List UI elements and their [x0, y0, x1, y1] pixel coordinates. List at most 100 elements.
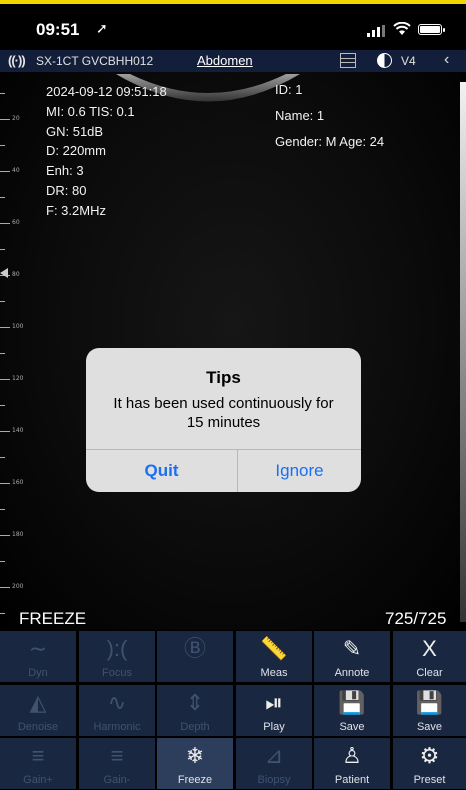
image-parameter-row: D: 220mm	[46, 143, 106, 159]
patient-icon: ♙	[342, 743, 362, 768]
ruler-tick	[0, 535, 10, 536]
depth-ruler: 20406080100120140160180200220	[0, 72, 40, 630]
save-image-label: Save	[339, 721, 365, 733]
ruler-tick	[0, 431, 10, 432]
preset-icon: ⚙	[419, 743, 440, 768]
focus-label: Focus	[102, 667, 132, 679]
save-image-button[interactable]: 💾 Save	[314, 685, 390, 736]
ruler-label: 140	[12, 427, 24, 434]
probe-name: SX-1CT GVCBHH012	[36, 54, 154, 68]
cellular-signal-icon	[367, 25, 385, 37]
location-arrow-icon: ➚	[96, 20, 108, 36]
grid-layout-icon[interactable]	[340, 53, 356, 68]
harmonic-icon: ∿	[107, 690, 127, 715]
patient-button[interactable]: ♙ Patient	[314, 738, 390, 789]
ruler-label: 200	[12, 583, 24, 590]
harmonic-label: Harmonic	[93, 721, 141, 733]
ruler-label: 100	[12, 323, 24, 330]
ruler-tick	[0, 119, 10, 120]
save-image-icon: 💾	[338, 690, 366, 715]
tips-dialog: Tips It has been used continuously for 1…	[86, 348, 361, 492]
play-icon: ⏯	[265, 690, 283, 715]
focus-marker-icon[interactable]	[0, 268, 8, 278]
ruler-tick	[0, 509, 5, 510]
ruler-tick	[0, 457, 5, 458]
ruler-tick	[0, 561, 5, 562]
freeze-icon: ❄	[185, 743, 205, 768]
image-parameter-row: MI: 0.6 TIS: 0.1	[46, 103, 135, 119]
biopsy-icon: ⊿	[264, 743, 284, 768]
ruler-label: 20	[12, 115, 20, 122]
annote-button[interactable]: ✎ Annote	[314, 631, 390, 682]
grayscale-bar	[460, 82, 466, 622]
freeze-button[interactable]: ❄ Freeze	[157, 738, 233, 789]
ruler-tick	[0, 483, 10, 484]
b-mode-button: Ⓑ	[157, 631, 233, 682]
gain-plus-button: ≡ Gain+	[0, 738, 76, 789]
probe-bar: ((·)) SX-1CT GVCBHH012 Abdomen V4 ‹	[0, 50, 466, 72]
ruler-label: 40	[12, 167, 20, 174]
gain-minus-icon: ≡	[110, 743, 124, 768]
save-video-button[interactable]: 💾 Save	[393, 685, 466, 736]
ruler-tick	[0, 93, 5, 94]
image-parameter-row: 2024-09-12 09:51:18	[46, 84, 167, 99]
wifi-icon	[393, 22, 411, 35]
image-parameter-row: F: 3.2MHz	[46, 202, 106, 218]
dyn-button: ∼ Dyn	[0, 631, 76, 682]
biopsy-label: Biopsy	[257, 774, 291, 786]
ruler-label: 60	[12, 219, 20, 226]
focus-icon: ):(	[106, 636, 128, 661]
dialog-message: It has been used continuously for 15 min…	[113, 395, 334, 431]
quit-button[interactable]: Quit	[86, 449, 237, 492]
image-parameter-row: GN: 51dB	[46, 123, 104, 139]
ruler-tick	[0, 613, 5, 614]
clear-button[interactable]: X Clear	[393, 631, 466, 682]
patient-name: Name: 1	[275, 108, 325, 123]
dialog-title: Tips	[206, 368, 241, 387]
annote-label: Annote	[334, 667, 370, 679]
gain-minus-button: ≡ Gain-	[79, 738, 155, 789]
frame-counter: 725/725	[385, 609, 447, 628]
biopsy-button: ⊿ Biopsy	[236, 738, 312, 789]
battery-icon	[418, 24, 445, 35]
ruler-tick	[0, 301, 5, 302]
ruler-tick	[0, 171, 10, 172]
image-parameter-row: DR: 80	[46, 182, 87, 198]
ruler-label: 80	[12, 271, 20, 278]
ruler-tick	[0, 249, 5, 250]
control-toolbar: ∼ Dyn):(Focus Ⓑ 📏 Meas ✎ Annote X Clear ◭ Denoise ∿…	[0, 631, 466, 790]
denoise-icon: ◭	[29, 690, 47, 715]
preset-button[interactable]: ⚙ Preset	[393, 738, 466, 789]
ios-status-bar: 09:51 ➚	[0, 4, 466, 50]
freeze-label: Freeze	[177, 774, 213, 786]
image-parameter-row: Enh: 3	[46, 163, 84, 179]
save-video-icon: 💾	[415, 690, 444, 715]
save-video-label: Save	[416, 721, 443, 733]
meas-icon: 📏	[260, 636, 288, 661]
contrast-icon[interactable]	[377, 53, 392, 68]
ruler-tick	[0, 327, 10, 328]
clear-label: Clear	[416, 667, 443, 679]
gain-plus-icon: ≡	[31, 743, 45, 768]
freeze-status: FREEZE	[19, 609, 87, 628]
dyn-label: Dyn	[28, 667, 48, 679]
mode-label[interactable]: V4	[401, 54, 416, 68]
back-chevron-icon[interactable]: ‹	[444, 51, 449, 69]
ignore-button[interactable]: Ignore	[238, 449, 361, 492]
harmonic-button: ∿ Harmonic	[79, 685, 155, 736]
ruler-tick	[0, 353, 5, 354]
ruler-tick	[0, 587, 10, 588]
ruler-tick	[0, 197, 5, 198]
annote-icon: ✎	[342, 636, 362, 661]
dyn-icon: ∼	[28, 636, 48, 661]
meas-label: Meas	[260, 667, 288, 679]
ruler-tick	[0, 379, 10, 380]
clear-icon: X	[422, 636, 437, 661]
play-button[interactable]: ⏯ Play	[236, 685, 312, 736]
patient-gender-age: Gender: M Age: 24	[275, 134, 385, 149]
patient-id: ID: 1	[275, 82, 303, 97]
meas-button[interactable]: 📏 Meas	[236, 631, 312, 682]
gain-plus-label: Gain+	[23, 774, 53, 786]
preset-selector[interactable]: Abdomen	[197, 53, 253, 68]
depth-button: ⇕ Depth	[157, 685, 233, 736]
